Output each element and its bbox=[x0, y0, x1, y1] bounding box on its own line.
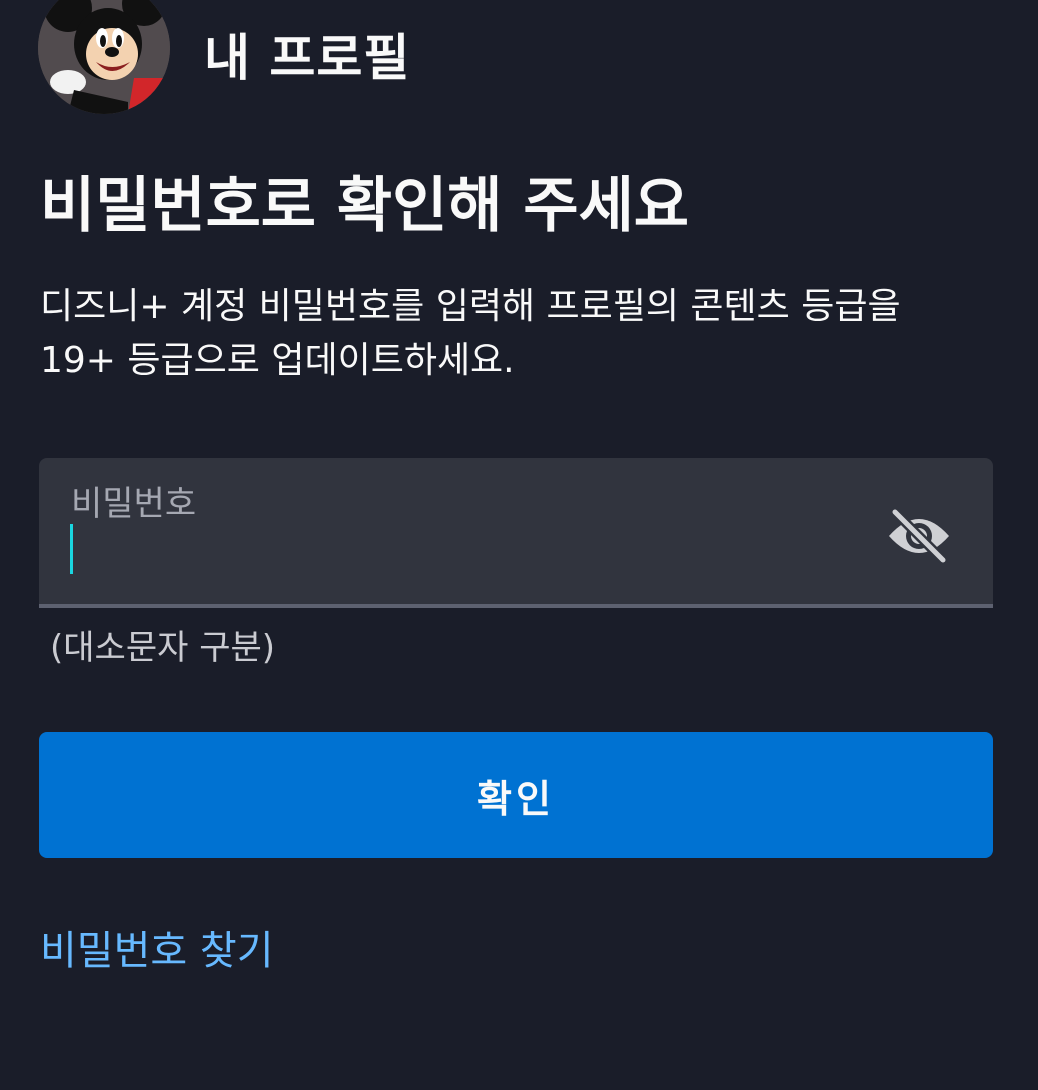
profile-title: 내 프로필 bbox=[204, 29, 411, 87]
profile-avatar bbox=[38, 0, 170, 114]
page-title: 비밀번호로 확인해 주세요 bbox=[40, 171, 689, 241]
page-description: 디즈니+ 계정 비밀번호를 입력해 프로필의 콘텐츠 등급을 19+ 등급으로 … bbox=[40, 286, 901, 381]
forgot-password-link[interactable]: 비밀번호 찾기 bbox=[40, 918, 274, 976]
eye-slash-icon[interactable] bbox=[885, 506, 953, 566]
password-field[interactable]: 비밀번호 bbox=[39, 458, 993, 608]
confirm-button[interactable]: 확인 bbox=[39, 732, 993, 858]
password-field-label: 비밀번호 bbox=[71, 484, 197, 524]
profile-header: 내 프로필 bbox=[38, 0, 410, 120]
password-verification-screen: 내 프로필 비밀번호로 확인해 주세요 디즈니+ 계정 비밀번호를 입력해 프로… bbox=[0, 0, 1038, 1090]
password-input[interactable] bbox=[69, 520, 849, 576]
text-caret bbox=[70, 524, 73, 574]
mickey-mouse-avatar-icon bbox=[38, 0, 170, 114]
case-sensitive-hint: (대소문자 구분) bbox=[50, 628, 276, 668]
